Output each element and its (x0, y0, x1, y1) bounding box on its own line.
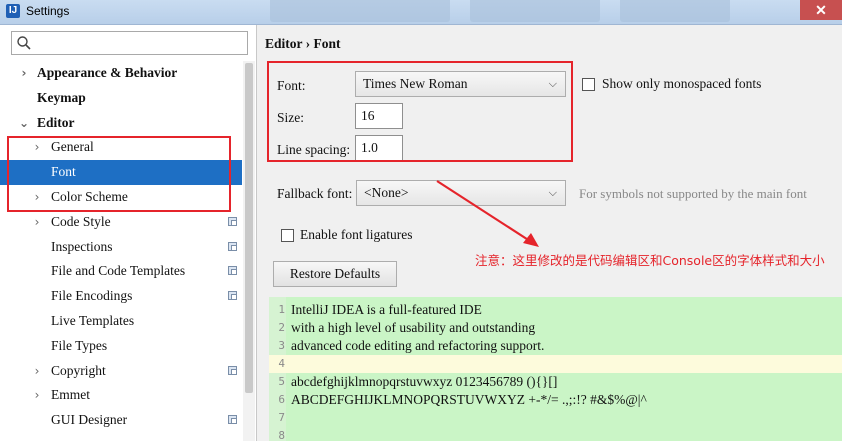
sidebar-item-label: Inspections (51, 238, 113, 254)
title-bar: IJ Settings ✕ (0, 0, 842, 25)
sidebar-item-emmet[interactable]: › Emmet (0, 383, 242, 408)
sidebar-item-label: File Types (51, 337, 108, 353)
window-title: Settings (26, 4, 70, 18)
preview-code-text: with a high level of usability and outst… (291, 320, 536, 335)
preview-code-text: advanced code editing and refactoring su… (291, 338, 545, 353)
preview-line: 4 (269, 355, 842, 373)
font-preview-editor[interactable]: 1 IntelliJ IDEA is a full-featured IDE 2 wi… (269, 297, 842, 441)
chevron-down-icon: ⌵ (548, 186, 557, 199)
preview-line: 7 (269, 409, 842, 427)
settings-tree: › Appearance & Behavior Keymap ⌄ Editor › Gene… (0, 61, 242, 433)
line-number: 7 (278, 411, 285, 424)
sidebar-item-file-and-code-templates[interactable]: File and Code Templates (0, 259, 242, 284)
sidebar-item-label: Code Style (51, 213, 111, 229)
breadcrumb: Editor › Font (265, 36, 341, 51)
intellij-app-icon: IJ (6, 4, 20, 18)
project-scope-icon (228, 415, 237, 425)
project-scope-icon (228, 241, 237, 251)
background-tab (270, 0, 450, 22)
sidebar-item-editor[interactable]: ⌄ Editor (0, 111, 242, 136)
sidebar-item-label: Copyright (51, 362, 106, 378)
chevron-right-icon[interactable]: › (31, 359, 43, 384)
preview-line: 5 abcdefghijklmnopqrstuvwxyz 0123456789 (… (269, 373, 842, 391)
sidebar-item-label: Editor (37, 114, 75, 130)
line-number: 5 (278, 375, 285, 388)
search-icon (17, 36, 31, 50)
sidebar-item-label: GUI Designer (51, 412, 128, 428)
font-ligatures-checkbox[interactable] (281, 229, 294, 242)
preview-line: 1 IntelliJ IDEA is a full-featured IDE (269, 301, 842, 319)
close-button[interactable]: ✕ (800, 0, 842, 20)
line-number: 4 (278, 357, 285, 370)
project-scope-icon (228, 266, 237, 276)
font-ligatures-label: Enable font ligatures (300, 227, 413, 242)
font-settings-highlight-box (267, 61, 573, 162)
sidebar-scrollbar[interactable] (243, 61, 255, 441)
sidebar-item-keymap[interactable]: Keymap (0, 86, 242, 111)
sidebar-item-label: Keymap (37, 89, 86, 105)
sidebar-item-label: File Encodings (51, 288, 133, 304)
background-tab (620, 0, 730, 22)
sidebar-item-inspections[interactable]: Inspections (0, 235, 242, 260)
chevron-down-icon[interactable]: ⌄ (18, 111, 30, 136)
editor-font-highlight-box (7, 136, 231, 212)
line-number: 8 (278, 429, 285, 441)
chevron-right-icon[interactable]: › (31, 210, 43, 235)
fallback-font-value: <None> (364, 185, 409, 200)
sidebar-item-label: Appearance & Behavior (37, 65, 178, 80)
chevron-right-icon[interactable]: › (18, 61, 30, 86)
project-scope-icon (228, 216, 237, 226)
line-number: 2 (278, 321, 285, 334)
sidebar-item-live-templates[interactable]: Live Templates (0, 309, 242, 334)
project-scope-icon (228, 365, 237, 375)
preview-code-text: IntelliJ IDEA is a full-featured IDE (291, 302, 482, 317)
restore-defaults-button[interactable]: Restore Defaults (273, 261, 397, 287)
preview-code-text: abcdefghijklmnopqrstuvwxyz 0123456789 ()… (291, 374, 558, 389)
sidebar-item-file-encodings[interactable]: File Encodings (0, 284, 242, 309)
settings-search-input[interactable] (11, 31, 248, 55)
preview-code-text: ABCDEFGHIJKLMNOPQRSTUVWXYZ +-*/= .,;:!? … (291, 392, 647, 407)
monospaced-only-checkbox[interactable] (582, 78, 595, 91)
font-settings-panel: Editor › Font Font: Times New Roman ⌵ Sh… (257, 25, 842, 441)
sidebar-item-gui-designer[interactable]: GUI Designer (0, 408, 242, 433)
project-scope-icon (228, 291, 237, 301)
sidebar-item-copyright[interactable]: › Copyright (0, 359, 242, 384)
sidebar-item-label: File and Code Templates (51, 263, 186, 279)
fallback-font-label: Fallback font: (277, 186, 353, 201)
sidebar-item-label: Live Templates (51, 312, 135, 328)
preview-line: 8 (269, 427, 842, 441)
preview-line: 2 with a high level of usability and outs… (269, 319, 842, 337)
sidebar-item-label: Emmet (51, 387, 90, 403)
line-number: 3 (278, 339, 285, 352)
preview-line: 6 ABCDEFGHIJKLMNOPQRSTUVWXYZ +-*/= .,;:!?… (269, 391, 842, 409)
annotation-note: 注意：这里修改的是代码编辑区和Console区的字体样式和大小 (475, 253, 825, 268)
sidebar-item-appearance-behavior[interactable]: › Appearance & Behavior (0, 61, 242, 86)
sidebar-item-file-types[interactable]: File Types (0, 334, 242, 359)
line-number: 6 (278, 393, 285, 406)
monospaced-only-label: Show only monospaced fonts (602, 76, 762, 91)
annotation-arrow-icon (436, 180, 539, 247)
scrollbar-thumb[interactable] (245, 63, 253, 393)
chevron-right-icon[interactable]: › (31, 383, 43, 408)
settings-sidebar: › Appearance & Behavior Keymap ⌄ Editor › Gene… (0, 25, 257, 441)
line-number: 1 (278, 303, 285, 316)
fallback-font-hint: For symbols not supported by the main fo… (579, 186, 807, 201)
preview-line: 3 advanced code editing and refactoring s… (269, 337, 842, 355)
sidebar-item-code-style[interactable]: › Code Style (0, 210, 242, 235)
background-tab (470, 0, 600, 22)
